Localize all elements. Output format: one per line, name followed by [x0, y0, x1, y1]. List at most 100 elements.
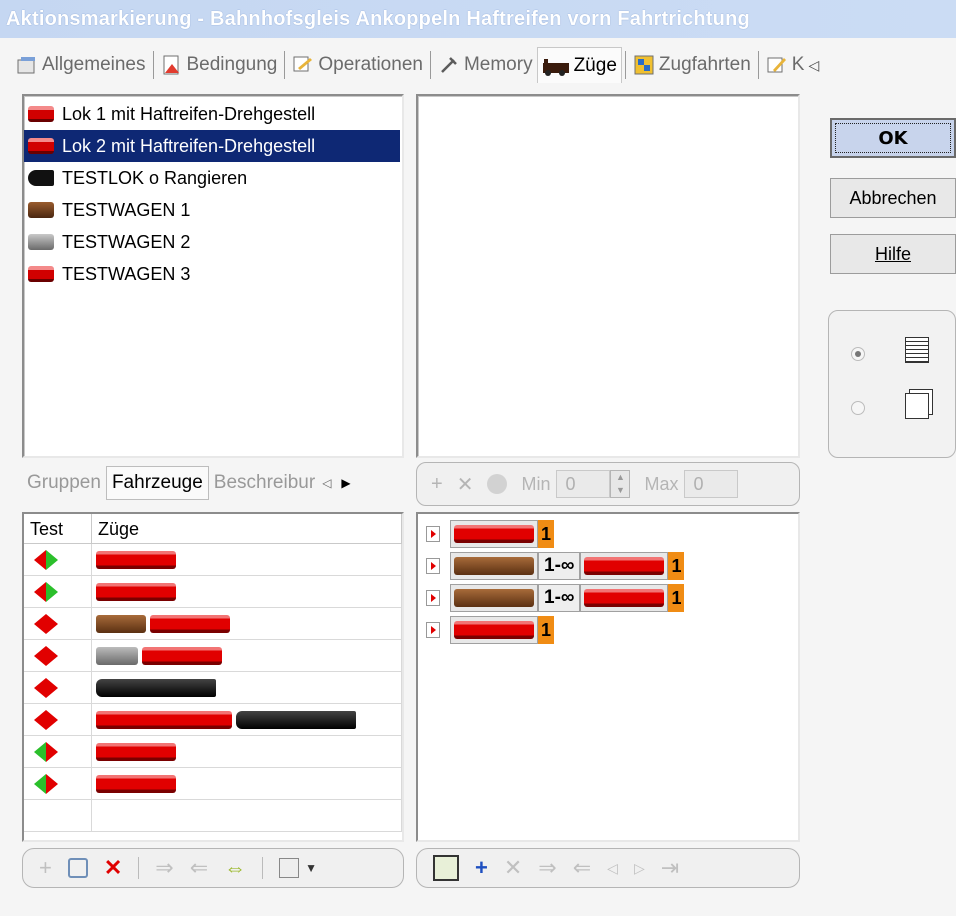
scroll-right-icon[interactable]: ▶: [341, 476, 350, 490]
red-vehicle-icon: [96, 774, 176, 793]
red-vehicle-icon: [454, 621, 534, 639]
vehicle-chip[interactable]: [580, 552, 669, 580]
red-locomotive-icon: [28, 138, 54, 154]
view-tile-radio[interactable]: [851, 401, 865, 415]
list-item-lok2[interactable]: Lok 2 mit Haftreifen-Drehgestell: [24, 130, 400, 162]
vehicle-chip[interactable]: [450, 552, 538, 580]
tab-bedingung[interactable]: Bedingung: [157, 47, 282, 83]
train-vehicles-cell: [92, 672, 402, 703]
test-direction-cell[interactable]: [24, 544, 92, 575]
table-row[interactable]: [24, 704, 402, 736]
column-header-test[interactable]: Test: [24, 514, 92, 543]
freight-wagon-icon: [28, 202, 54, 218]
group-list[interactable]: [416, 94, 800, 458]
tab-label: Züge: [573, 54, 617, 76]
min-spinner[interactable]: ▲ ▼: [610, 470, 631, 498]
max-input[interactable]: 0: [684, 470, 739, 498]
table-row[interactable]: [24, 640, 402, 672]
vehicle-chip[interactable]: [450, 584, 538, 612]
table-row[interactable]: [24, 608, 402, 640]
expand-icon[interactable]: [426, 558, 440, 574]
list-item-testwagen1[interactable]: TESTWAGEN 1: [24, 194, 402, 226]
add-icon[interactable]: +: [475, 855, 488, 881]
previous-icon[interactable]: ◁: [607, 860, 618, 877]
cancel-button[interactable]: Abbrechen: [830, 178, 956, 218]
move-left-icon[interactable]: ⇐: [190, 855, 208, 881]
next-icon[interactable]: ▷: [634, 860, 645, 877]
tile-view-icon: [905, 393, 929, 419]
tab-operationen[interactable]: Operationen: [288, 47, 427, 83]
direction-arrows-icon: [34, 709, 58, 730]
red-vehicle-icon: [96, 582, 176, 601]
expand-icon[interactable]: [426, 590, 440, 606]
scroll-left-icon[interactable]: ◁: [322, 476, 331, 490]
spin-up-icon[interactable]: ▲: [611, 471, 629, 484]
list-item-label: Lok 2 mit Haftreifen-Drehgestell: [62, 135, 316, 156]
move-right-icon[interactable]: ⇒: [155, 855, 173, 881]
test-direction-cell[interactable]: [24, 736, 92, 767]
test-direction-cell[interactable]: [24, 768, 92, 799]
vehicle-chip[interactable]: [450, 616, 538, 644]
subtab-beschreibung[interactable]: Beschreibur: [209, 467, 320, 499]
add-icon[interactable]: +: [431, 473, 443, 496]
ok-button[interactable]: OK: [830, 118, 956, 158]
list-item-label: Lok 1 mit Haftreifen-Drehgestell: [62, 103, 316, 124]
tree-row[interactable]: 1: [426, 616, 554, 644]
table-row[interactable]: [24, 576, 402, 608]
expand-icon[interactable]: [426, 526, 440, 542]
list-item-lok1[interactable]: Lok 1 mit Haftreifen-Drehgestell: [24, 98, 402, 130]
test-direction-cell[interactable]: [24, 640, 92, 671]
vehicle-chip[interactable]: [450, 520, 538, 548]
table-row[interactable]: [24, 544, 402, 576]
tab-scroll-left-icon[interactable]: ◁: [808, 57, 819, 74]
tab-zugfahrten[interactable]: Zugfahrten: [629, 47, 755, 83]
column-header-zuege[interactable]: Züge: [92, 514, 402, 543]
move-right-icon[interactable]: ⇒: [538, 855, 556, 881]
delete-icon[interactable]: ✕: [104, 855, 122, 881]
list-item-testlok[interactable]: TESTLOK o Rangieren: [24, 162, 402, 194]
new-group-icon[interactable]: [433, 855, 459, 881]
list-view-icon: [905, 337, 929, 363]
refresh-icon[interactable]: [67, 858, 88, 878]
subtab-gruppen[interactable]: Gruppen: [22, 467, 106, 499]
tree-row[interactable]: 1-∞ 1: [426, 584, 685, 612]
tree-row[interactable]: 1-∞ 1: [426, 552, 685, 580]
vehicle-chip[interactable]: [580, 584, 669, 612]
spin-down-icon[interactable]: ▼: [611, 484, 629, 497]
add-icon[interactable]: +: [39, 855, 52, 881]
table-row[interactable]: [24, 672, 402, 704]
expand-icon[interactable]: [426, 622, 440, 638]
dropdown-icon[interactable]: ▼: [305, 861, 317, 875]
test-direction-cell[interactable]: [24, 576, 92, 607]
max-label: Max: [644, 473, 679, 494]
delete-icon[interactable]: ✕: [457, 472, 474, 497]
tab-memory[interactable]: Memory: [434, 47, 537, 83]
tab-label: Memory: [463, 54, 533, 75]
tab-allgemeines[interactable]: Allgemeines: [12, 47, 150, 83]
test-direction-cell[interactable]: [24, 704, 92, 735]
disable-icon[interactable]: [487, 474, 508, 494]
list-item-testwagen2[interactable]: TESTWAGEN 2: [24, 226, 402, 258]
tab-zuege[interactable]: Züge: [536, 47, 622, 83]
last-icon[interactable]: ⇥: [661, 855, 679, 881]
view-list-radio[interactable]: [851, 347, 865, 361]
tab-label: Allgemeines: [42, 54, 146, 75]
swap-icon[interactable]: ⇔: [224, 855, 246, 881]
min-input[interactable]: 0: [556, 470, 611, 498]
table-row[interactable]: [24, 736, 402, 768]
copy-icon[interactable]: [279, 858, 300, 878]
move-left-icon[interactable]: ⇐: [573, 855, 591, 881]
tab-k[interactable]: K ◁: [762, 47, 823, 83]
red-locomotive-icon: [28, 106, 54, 122]
subtab-fahrzeuge[interactable]: Fahrzeuge: [105, 466, 209, 500]
steam-locomotive-icon: [28, 170, 54, 186]
tree-row[interactable]: 1: [426, 520, 554, 548]
test-direction-cell[interactable]: [24, 608, 92, 639]
test-direction-cell[interactable]: [24, 672, 92, 703]
tab-label: Bedingung: [186, 54, 278, 75]
list-item-testwagen3[interactable]: TESTWAGEN 3: [24, 258, 402, 290]
delete-icon[interactable]: ✕: [504, 855, 522, 881]
help-button[interactable]: Hilfe: [830, 234, 956, 274]
table-row[interactable]: [24, 768, 402, 800]
memory-icon: [441, 57, 457, 73]
